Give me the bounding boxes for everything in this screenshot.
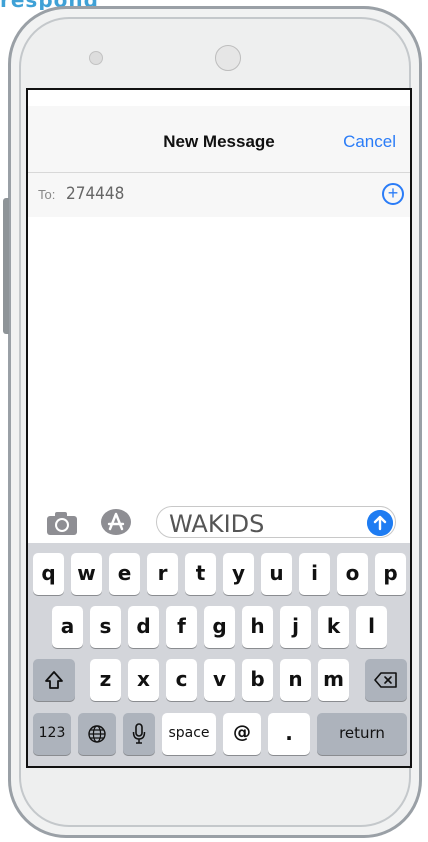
key-c[interactable]: c (166, 659, 197, 701)
key-z[interactable]: z (90, 659, 121, 701)
key-m[interactable]: m (318, 659, 349, 701)
key-o[interactable]: o (337, 553, 368, 595)
microphone-key[interactable] (123, 713, 155, 755)
key-u[interactable]: u (261, 553, 292, 595)
backspace-icon (374, 672, 397, 688)
key-n[interactable]: n (280, 659, 311, 701)
compose-bar: WAKIDS (28, 500, 410, 546)
camera-icon[interactable] (46, 510, 78, 536)
recipient-field[interactable]: 274448 (66, 184, 124, 204)
globe-key[interactable] (78, 713, 116, 755)
numbers-key[interactable]: 123 (33, 713, 71, 755)
dot-key[interactable]: . (268, 713, 310, 755)
key-q[interactable]: q (33, 553, 64, 595)
shift-icon (45, 671, 63, 689)
key-p[interactable]: p (375, 553, 406, 595)
microphone-icon (132, 723, 146, 744)
key-v[interactable]: v (204, 659, 235, 701)
key-j[interactable]: j (280, 606, 311, 648)
recipient-row[interactable]: To: 274448 + (28, 173, 410, 217)
key-l[interactable]: l (356, 606, 387, 648)
key-k[interactable]: k (318, 606, 349, 648)
key-t[interactable]: t (185, 553, 216, 595)
shift-key[interactable] (33, 659, 75, 701)
add-contact-icon[interactable]: + (382, 183, 404, 205)
key-e[interactable]: e (109, 553, 140, 595)
key-r[interactable]: r (147, 553, 178, 595)
return-key[interactable]: return (317, 713, 407, 755)
cancel-button[interactable]: Cancel (343, 132, 396, 152)
key-f[interactable]: f (166, 606, 197, 648)
status-bar (28, 90, 410, 106)
globe-icon (88, 725, 106, 743)
side-button (3, 198, 9, 334)
key-x[interactable]: x (128, 659, 159, 701)
key-h[interactable]: h (242, 606, 273, 648)
key-w[interactable]: w (71, 553, 102, 595)
key-a[interactable]: a (52, 606, 83, 648)
message-input[interactable]: WAKIDS (156, 506, 396, 538)
backspace-key[interactable] (365, 659, 407, 701)
key-g[interactable]: g (204, 606, 235, 648)
front-camera (215, 45, 241, 71)
key-i[interactable]: i (299, 553, 330, 595)
key-d[interactable]: d (128, 606, 159, 648)
key-s[interactable]: s (90, 606, 121, 648)
to-label: To: (38, 187, 56, 202)
navigation-bar: New Message Cancel (28, 106, 410, 173)
message-text: WAKIDS (169, 510, 265, 538)
proximity-sensor (89, 51, 103, 65)
phone-screen: New Message Cancel To: 274448 + WAKIDS q (26, 88, 412, 768)
app-store-icon[interactable] (100, 508, 132, 536)
at-key[interactable]: @ (223, 713, 261, 755)
key-b[interactable]: b (242, 659, 273, 701)
keyboard: q w e r t y u i o p a s d f g h j k l z … (28, 543, 410, 766)
key-y[interactable]: y (223, 553, 254, 595)
send-arrow-icon[interactable] (367, 510, 393, 536)
space-key[interactable]: space (162, 713, 216, 755)
